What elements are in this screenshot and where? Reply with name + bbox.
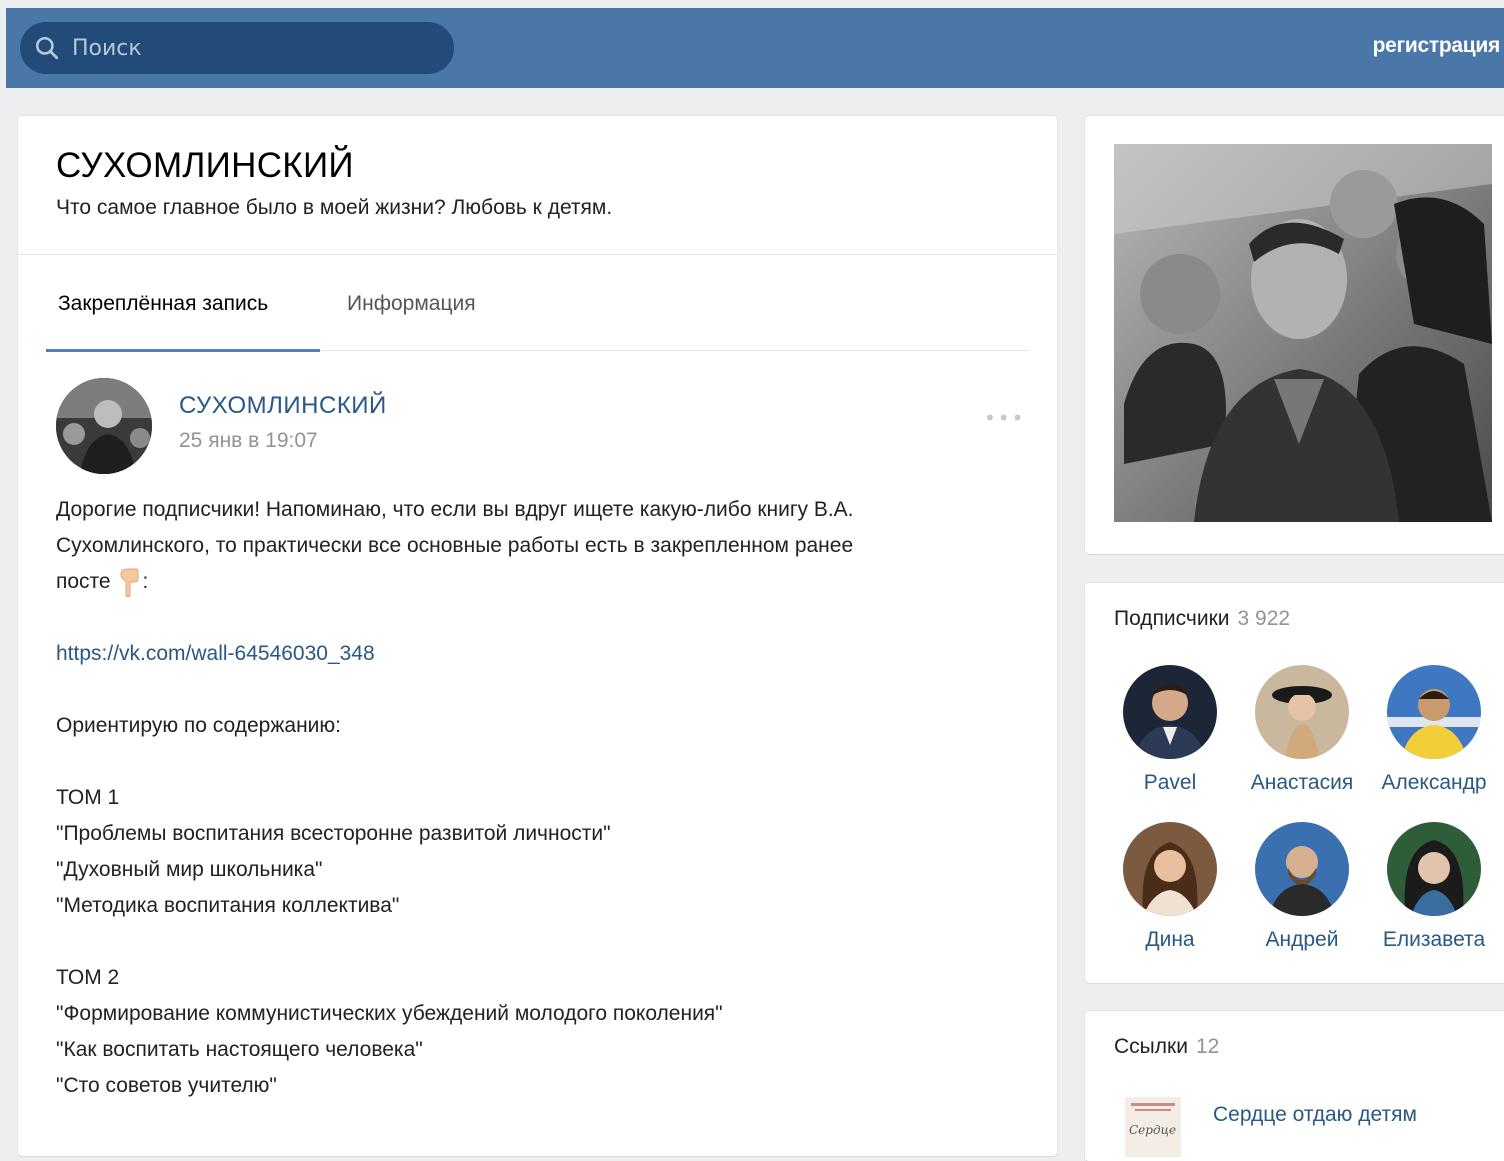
page-status: Что самое главное было в моей жизни? Люб…: [56, 196, 613, 219]
post-menu-icon[interactable]: •••: [984, 406, 1025, 430]
work-title: "Формирование коммунистических убеждений…: [56, 1002, 723, 1025]
link-thumb-text: Сердце: [1129, 1123, 1177, 1137]
tab-pinned-post[interactable]: Закреплённая запись: [58, 292, 268, 316]
post-text: Дорогие подписчики! Напоминаю, что если …: [56, 492, 1026, 1104]
register-link[interactable]: регистрация: [1373, 34, 1501, 58]
subscriber-avatar: [1123, 822, 1217, 916]
subscriber-name: Pavel: [1143, 771, 1197, 794]
links-card: Ссылки 12 Сердце Сердце отдаю детям: [1085, 1011, 1504, 1161]
subscriber-avatar: [1387, 665, 1481, 759]
post-link[interactable]: https://vk.com/wall-64546030_348: [56, 642, 375, 665]
subscriber-avatar: [1387, 822, 1481, 916]
work-title: "Сто советов учителю": [56, 1074, 277, 1097]
post-line-text: посте: [56, 570, 111, 593]
subscribers-header[interactable]: Подписчики 3 922: [1114, 607, 1290, 631]
tabs: Закреплённая запись Информация: [46, 256, 1029, 352]
subscriber[interactable]: Дина: [1105, 822, 1235, 952]
community-photo-card: [1085, 116, 1504, 554]
post-line-text: :: [142, 570, 149, 593]
post-line: Ориентирую по содержанию:: [56, 714, 341, 737]
author-photo: [56, 378, 152, 474]
search-box[interactable]: [20, 22, 454, 74]
subscriber-name: Анастасия: [1250, 771, 1354, 794]
page-header: СУХОМЛИНСКИЙ Что самое главное было в мо…: [18, 116, 1057, 255]
link-title[interactable]: Сердце отдаю детям: [1213, 1103, 1417, 1127]
community-photo[interactable]: [1114, 144, 1492, 522]
active-tab-indicator: [46, 349, 320, 352]
subscriber-name: Елизавета: [1382, 928, 1486, 951]
volume-title: ТОМ 2: [56, 966, 120, 989]
links-title: Ссылки: [1114, 1035, 1188, 1058]
pointing-down-hand-icon: [120, 568, 139, 598]
subscriber-name: Александр: [1381, 771, 1487, 794]
subscriber-avatar: [1123, 665, 1217, 759]
link-thumbnail[interactable]: Сердце: [1125, 1097, 1181, 1157]
top-bar: регистрация: [6, 8, 1504, 88]
post-date[interactable]: 25 янв в 19:07: [179, 429, 318, 453]
subscriber[interactable]: Александр: [1369, 665, 1499, 795]
post-line: Дорогие подписчики! Напоминаю, что если …: [56, 498, 854, 521]
subscriber-name: Андрей: [1265, 928, 1339, 951]
work-title: "Как воспитать настоящего человека": [56, 1038, 423, 1061]
post-author-name[interactable]: СУХОМЛИНСКИЙ: [179, 392, 387, 420]
post-line: посте :: [56, 564, 1026, 600]
post-line: Сухомлинского, то практически все основн…: [56, 534, 854, 557]
links-count: 12: [1195, 1035, 1220, 1058]
work-title: "Проблемы воспитания всесторонне развито…: [56, 822, 611, 845]
tab-information[interactable]: Информация: [347, 292, 476, 316]
main-card: СУХОМЛИНСКИЙ Что самое главное было в мо…: [18, 116, 1057, 1156]
subscribers-card: Подписчики 3 922 Pavel Анастасия Александ…: [1085, 583, 1504, 983]
subscriber[interactable]: Pavel: [1105, 665, 1235, 795]
subscribers-count: 3 922: [1237, 607, 1291, 630]
work-title: "Методика воспитания коллектива": [56, 894, 400, 917]
search-icon: [35, 36, 59, 60]
subscribers-title: Подписчики: [1114, 607, 1230, 630]
subscriber-avatar: [1255, 822, 1349, 916]
page-title: СУХОМЛИНСКИЙ: [56, 146, 354, 185]
community-photo-image: [1114, 144, 1492, 522]
subscriber[interactable]: Андрей: [1237, 822, 1367, 952]
subscriber[interactable]: Елизавета: [1369, 822, 1499, 952]
links-header[interactable]: Ссылки 12: [1114, 1035, 1219, 1059]
subscriber[interactable]: Анастасия: [1237, 665, 1367, 795]
subscriber-name: Дина: [1145, 928, 1195, 951]
post-author-avatar[interactable]: [56, 378, 152, 474]
volume-title: ТОМ 1: [56, 786, 120, 809]
search-input[interactable]: [70, 34, 434, 62]
subscriber-avatar: [1255, 665, 1349, 759]
work-title: "Духовный мир школьника": [56, 858, 323, 881]
